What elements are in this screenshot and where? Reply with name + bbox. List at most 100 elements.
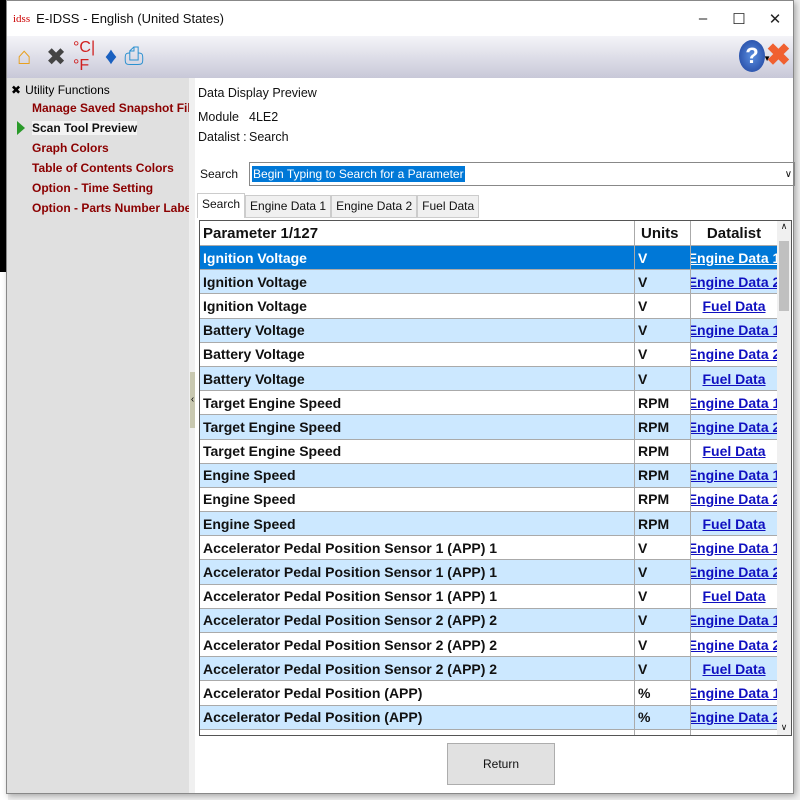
column-header[interactable]: Units	[635, 221, 691, 245]
table-row[interactable]: Battery Voltage V Engine Data 2	[200, 342, 791, 367]
window-title: E-IDSS - English (United States)	[36, 11, 224, 26]
units-cell: RPM	[635, 415, 691, 439]
table-row[interactable]: Engine Speed RPM Engine Data 1	[200, 463, 791, 488]
sidebar-item[interactable]: Scan Tool Preview	[7, 118, 189, 138]
column-header[interactable]: Datalist	[691, 221, 778, 245]
module-value: 4LE2	[249, 110, 279, 124]
parameter-cell: Battery Voltage	[200, 318, 635, 342]
scrollbar[interactable]: ∧ ∨	[777, 221, 791, 735]
table-row[interactable]: Accelerator Pedal Position Sensor 2 (APP…	[200, 657, 791, 682]
temperature-icon[interactable]: °C|°F	[73, 39, 103, 74]
datalist-link[interactable]: Fuel Data	[702, 298, 765, 314]
table-row[interactable]: Ignition Voltage V Fuel Data	[200, 294, 791, 319]
sidebar-item[interactable]: Graph Colors	[7, 138, 189, 158]
minimize-button[interactable]: –	[685, 1, 721, 36]
tab[interactable]: Search	[197, 193, 246, 218]
table-row[interactable]: Accelerator Pedal Position Sensor 1 (APP…	[200, 560, 791, 585]
scroll-down-icon[interactable]: ∨	[777, 722, 791, 733]
table-row[interactable]: Ignition Voltage V Engine Data 2	[200, 270, 791, 295]
table-row[interactable]: Ignition Voltage V Engine Data 1	[200, 246, 791, 271]
home-icon[interactable]: ⌂	[9, 40, 39, 74]
datalist-link[interactable]: Engine Data 1	[691, 322, 777, 338]
datalist-link[interactable]: Fuel Data	[702, 516, 765, 532]
scroll-thumb[interactable]	[779, 241, 789, 311]
table-row[interactable]: Battery Voltage V Engine Data 1	[200, 318, 791, 343]
page-title: Data Display Preview	[198, 86, 317, 100]
parameter-cell: Engine Speed	[200, 487, 635, 512]
tab[interactable]: Engine Data 1	[245, 195, 332, 218]
datalist-link[interactable]: Engine Data 1	[691, 467, 777, 483]
datalist-link[interactable]: Engine Data 1	[691, 540, 777, 556]
table-row[interactable]: Target Engine Speed RPM Fuel Data	[200, 439, 791, 464]
datalist-link[interactable]: Engine Data 2	[691, 491, 777, 507]
column-header[interactable]: Parameter 1/127	[200, 221, 635, 245]
units-cell: RPM	[635, 512, 691, 536]
table-row[interactable]: Accelerator Pedal Position Sensor 1 (APP…	[200, 536, 791, 561]
search-input[interactable]: Begin Typing to Search for a Parameter ∨	[249, 162, 796, 186]
table-row[interactable]: Engine Speed RPM Engine Data 2	[200, 487, 791, 513]
sidebar-item[interactable]: Table of Contents Colors	[7, 158, 189, 178]
datalist-link[interactable]: Engine Data 2	[691, 419, 777, 435]
table-row[interactable]	[200, 729, 791, 735]
table-row[interactable]: Accelerator Pedal Position Sensor 1 (APP…	[200, 584, 791, 609]
parameter-cell: Accelerator Pedal Position (APP)	[200, 681, 635, 705]
datalist-link[interactable]: Fuel Data	[702, 661, 765, 677]
help-icon[interactable]: ?	[739, 40, 765, 72]
exit-icon[interactable]: ✖	[766, 38, 791, 73]
datalist-link[interactable]: Engine Data 1	[691, 250, 777, 266]
table-row[interactable]: Target Engine Speed RPM Engine Data 2	[200, 415, 791, 440]
parameter-cell: Accelerator Pedal Position Sensor 1 (APP…	[200, 536, 635, 560]
datalist-link[interactable]: Engine Data 2	[691, 564, 777, 580]
datalist-link[interactable]: Engine Data 1	[691, 612, 777, 628]
chevron-down-icon[interactable]: ∨	[785, 169, 792, 180]
parameter-cell: Ignition Voltage	[200, 270, 635, 294]
table-row[interactable]: Accelerator Pedal Position Sensor 2 (APP…	[200, 608, 791, 633]
datalist-link[interactable]: Fuel Data	[702, 443, 765, 459]
units-cell: V	[635, 246, 691, 270]
units-cell: V	[635, 342, 691, 366]
datalist-value: Search	[249, 130, 289, 144]
parameter-cell: Target Engine Speed	[200, 415, 635, 439]
datalist-link[interactable]: Engine Data 2	[691, 346, 777, 362]
units-cell: RPM	[635, 439, 691, 463]
table-row[interactable]: Accelerator Pedal Position (APP)% Engine …	[200, 681, 791, 706]
scroll-up-icon[interactable]: ∧	[777, 221, 791, 232]
tab[interactable]: Engine Data 2	[331, 195, 418, 218]
tools-icon: ✖	[11, 83, 22, 97]
units-cell: RPM	[635, 463, 691, 487]
datalist-label: Datalist :	[198, 130, 247, 144]
return-button[interactable]: Return	[447, 743, 555, 785]
units-cell: V	[635, 584, 691, 608]
app-logo: idss	[13, 12, 31, 25]
sidebar-item[interactable]: Option - Time Setting	[7, 178, 189, 198]
table-row[interactable]: Accelerator Pedal Position (APP)% Engine …	[200, 705, 791, 730]
close-button[interactable]: ✕	[757, 1, 793, 36]
datalist-link[interactable]: Engine Data 2	[691, 274, 777, 290]
divider-icon[interactable]: ♦	[105, 40, 117, 74]
table-row[interactable]: Battery Voltage V Fuel Data	[200, 366, 791, 392]
datalist-link[interactable]: Engine Data 1	[691, 685, 777, 701]
units-cell: %	[635, 705, 691, 729]
datalist-link[interactable]: Fuel Data	[702, 588, 765, 604]
datalist-link[interactable]: Fuel Data	[702, 371, 765, 387]
maximize-button[interactable]: ☐	[721, 1, 757, 36]
tab[interactable]: Fuel Data	[417, 195, 480, 218]
datalist-link[interactable]: Engine Data 2	[691, 709, 777, 725]
units-cell: V	[635, 536, 691, 560]
table-row[interactable]: Accelerator Pedal Position Sensor 2 (APP…	[200, 633, 791, 658]
table-row[interactable]: Engine Speed RPM Fuel Data	[200, 512, 791, 537]
datalist-link[interactable]: Engine Data 1	[691, 395, 777, 411]
table-row[interactable]: Target Engine Speed RPM Engine Data 1	[200, 391, 791, 416]
parameter-cell: Engine Speed	[200, 463, 635, 487]
printer-icon[interactable]: ⎙	[119, 40, 149, 74]
toolbar: ⌂ ✖ °C|°F ♦ ⎙ ? ▼ ✖	[7, 36, 793, 78]
sidebar-item[interactable]: Option - Parts Number Label Printer	[7, 198, 189, 218]
sidebar-item[interactable]: Manage Saved Snapshot Files	[7, 98, 189, 118]
tools-icon[interactable]: ✖	[41, 40, 71, 74]
selected-arrow-icon	[17, 121, 25, 135]
units-cell: V	[635, 657, 691, 681]
parameter-cell: Accelerator Pedal Position Sensor 2 (APP…	[200, 608, 635, 632]
parameter-cell	[200, 729, 635, 735]
parameter-cell: Accelerator Pedal Position Sensor 2 (APP…	[200, 633, 635, 657]
datalist-link[interactable]: Engine Data 2	[691, 637, 777, 653]
